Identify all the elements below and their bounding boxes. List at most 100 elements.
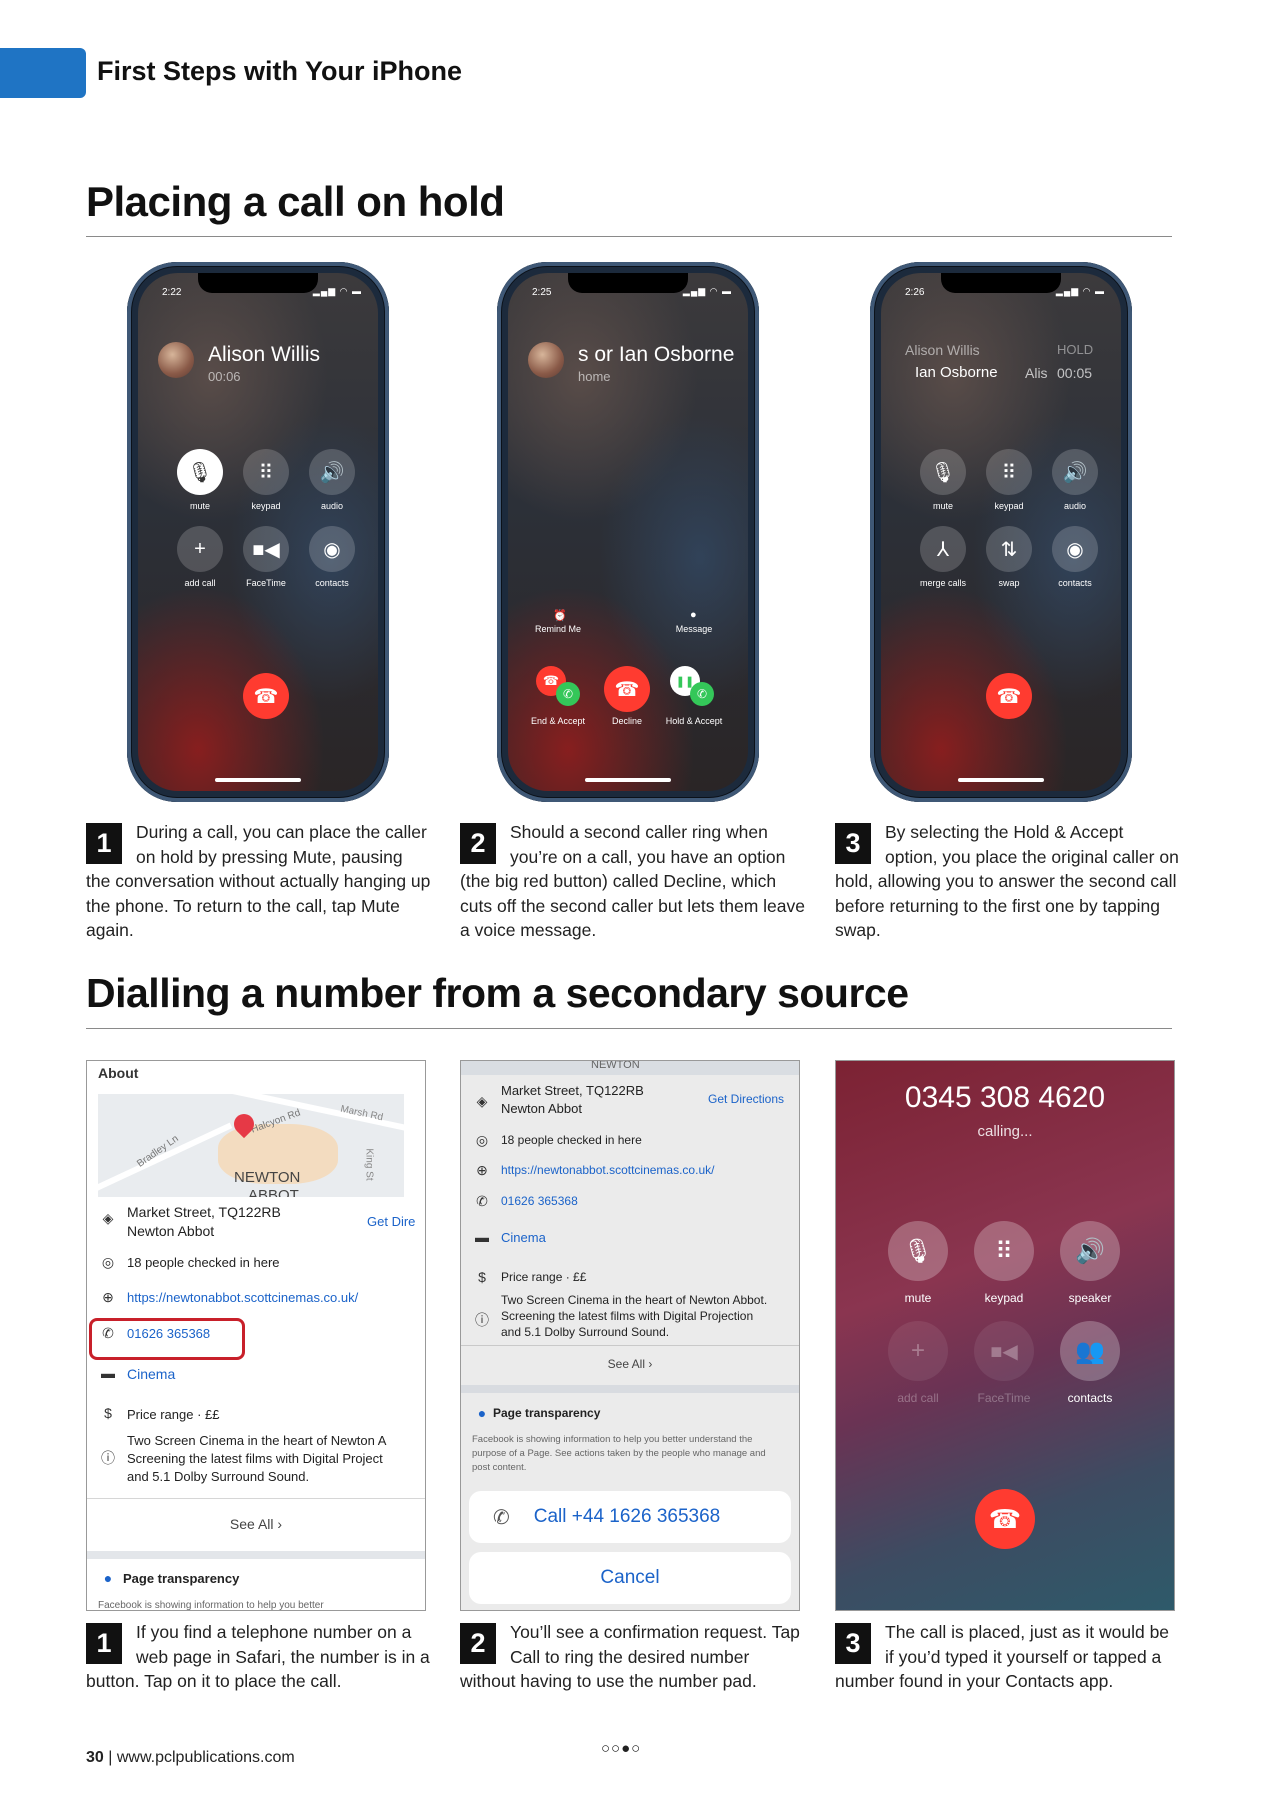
price-range: Price range · ££ (127, 1407, 220, 1422)
plus-icon[interactable]: + (177, 526, 223, 572)
page-footer: 30 | www.pclpublications.com (86, 1749, 295, 1767)
contacts-icon[interactable]: ◉ (309, 526, 355, 572)
mute-label: mute (189, 501, 210, 511)
page-transparency-heading: Page transparency (493, 1406, 601, 1420)
map-label: King St (363, 1148, 375, 1181)
mic-off-icon[interactable]: 🎙 (888, 1221, 948, 1281)
notch (568, 273, 688, 293)
transparency-cut-text: Facebook is showing information to help … (98, 1600, 324, 1611)
calling-screenshot: 0345 308 4620 calling... 🎙 mute ⠿ keypad… (835, 1060, 1175, 1611)
merge-icon[interactable]: ⅄ (920, 526, 966, 572)
mute-label: mute (904, 1291, 932, 1305)
contacts-icon[interactable]: ◉ (1052, 526, 1098, 572)
phone-screenshot-2: 2:25 ▂▄▆ ◠ ▬ s or Ian Osborne home ⏰ Rem… (497, 262, 759, 802)
phone-number-button[interactable]: 01626 365368 (127, 1326, 425, 1341)
phone-number-button[interactable]: 01626 365368 (501, 1194, 799, 1208)
see-all-button[interactable]: See All › (87, 1516, 425, 1532)
step-number: 2 (460, 823, 496, 864)
end-call-icon[interactable]: ☎ (986, 673, 1032, 719)
description-line: Screening the latest films with Digital … (127, 1451, 383, 1466)
phone-icon: ✆ (493, 1506, 510, 1529)
category-link[interactable]: Cinema (501, 1230, 799, 1245)
home-indicator (585, 778, 671, 782)
get-directions-link[interactable]: Get Directions (708, 1092, 799, 1106)
contacts-icon[interactable]: 👥 (1060, 1321, 1120, 1381)
checked-in-text: 18 people checked in here (127, 1255, 280, 1270)
map-label: ABBOT (248, 1187, 299, 1197)
info-icon: ⓘ (101, 1450, 115, 1466)
description-line: and 5.1 Dolby Surround Sound. (127, 1469, 310, 1484)
website-link[interactable]: https://newtonabbot.scottcinemas.co.uk/ (501, 1163, 799, 1177)
see-all-button[interactable]: See All › (461, 1357, 799, 1371)
active-caller-name: Ian Osborne (915, 364, 998, 381)
get-directions-link[interactable]: Get Dire (367, 1214, 425, 1229)
phone-icon: ✆ (102, 1325, 114, 1341)
keypad-icon[interactable]: ⠿ (974, 1221, 1034, 1281)
page-indicator: ○○●○ (601, 1740, 642, 1757)
keypad-icon[interactable]: ⠿ (243, 449, 289, 495)
video-icon: ■◀ (974, 1321, 1034, 1381)
info-icon: ⓘ (475, 1312, 489, 1328)
swap-icon[interactable]: ⇅ (986, 526, 1032, 572)
facebook-icon: ● (477, 1405, 487, 1421)
category-link[interactable]: Cinema (127, 1366, 425, 1382)
step-2-caption: 2 Should a second caller ring when you’re… (460, 820, 805, 943)
call-duration: 00:06 (208, 369, 241, 384)
section-title-dialling: Dialling a number from a secondary sourc… (86, 970, 909, 1016)
cancel-button[interactable]: Cancel (469, 1552, 791, 1604)
keypad-label: keypad (984, 1291, 1024, 1305)
speaker-label: speaker (1068, 1291, 1112, 1305)
mic-off-icon[interactable]: 🎙 (920, 449, 966, 495)
call-status: calling... (977, 1123, 1033, 1140)
step-3-caption: 3 By selecting the Hold & Accept option, … (835, 820, 1180, 943)
notch (941, 273, 1061, 293)
keypad-label: keypad (251, 501, 281, 511)
contacts-label: contacts (1058, 578, 1092, 588)
globe-icon: ⊕ (476, 1162, 488, 1178)
mic-off-icon[interactable]: 🎙 (177, 449, 223, 495)
status-time: 2:22 (162, 287, 182, 298)
end-call-icon[interactable]: ☎ (243, 673, 289, 719)
description-line: Screening the latest films with Digital … (501, 1309, 754, 1323)
keypad-icon[interactable]: ⠿ (986, 449, 1032, 495)
status-icons: ▂▄▆ ◠ ▬ (1055, 286, 1105, 296)
accept-icon[interactable]: ✆ (690, 682, 714, 706)
safari-screenshot: About Bradley Ln Halcyon Rd Marsh Rd NEW… (86, 1060, 426, 1611)
globe-icon: ⊕ (102, 1289, 114, 1305)
section-title-hold: Placing a call on hold (86, 178, 505, 225)
speaker-icon[interactable]: 🔊 (1060, 1221, 1120, 1281)
facebook-icon: ● (103, 1570, 113, 1586)
message-icon: ● (690, 609, 697, 621)
map[interactable]: Bradley Ln Halcyon Rd Marsh Rd NEWTON AB… (98, 1094, 404, 1197)
price-icon: $ (478, 1269, 486, 1285)
step-1-caption: 1 If you find a telephone number on a web… (86, 1620, 431, 1694)
transparency-text: Facebook is showing information to help … (472, 1434, 766, 1473)
remind-me-label[interactable]: Remind Me (523, 624, 593, 634)
page-number: 30 (86, 1749, 104, 1766)
section-color-tab (0, 48, 86, 98)
speaker-icon[interactable]: 🔊 (1052, 449, 1098, 495)
accept-icon[interactable]: ✆ (556, 682, 580, 706)
end-call-icon[interactable]: ☎ (975, 1489, 1035, 1549)
merge-calls-label: merge calls (919, 578, 966, 588)
phone-icon: ✆ (476, 1193, 488, 1209)
home-indicator (215, 778, 301, 782)
section-header: First Steps with Your iPhone (97, 56, 463, 86)
website-link[interactable]: https://newtonabbot.scottcinemas.co.uk/ (127, 1290, 425, 1305)
status-icons: ▂▄▆ ◠ ▬ (312, 286, 362, 296)
status-icons: ▂▄▆ ◠ ▬ (682, 286, 732, 296)
message-label[interactable]: Message (659, 624, 729, 634)
call-confirm-button[interactable]: ✆ Call +44 1626 365368 (469, 1491, 791, 1543)
caller-label: home (578, 369, 611, 384)
home-indicator (958, 778, 1044, 782)
facetime-label: FaceTime (977, 1391, 1031, 1405)
speaker-icon[interactable]: 🔊 (309, 449, 355, 495)
decline-icon[interactable]: ☎ (604, 666, 650, 712)
video-icon[interactable]: ■◀ (243, 526, 289, 572)
end-accept-label: End & Accept (530, 716, 586, 726)
caller-avatar (158, 342, 194, 378)
active-caller-short: Alis (1025, 365, 1048, 381)
caller-name: Alison Willis (208, 343, 321, 366)
audio-label: audio (320, 501, 344, 511)
price-icon: $ (104, 1405, 112, 1421)
